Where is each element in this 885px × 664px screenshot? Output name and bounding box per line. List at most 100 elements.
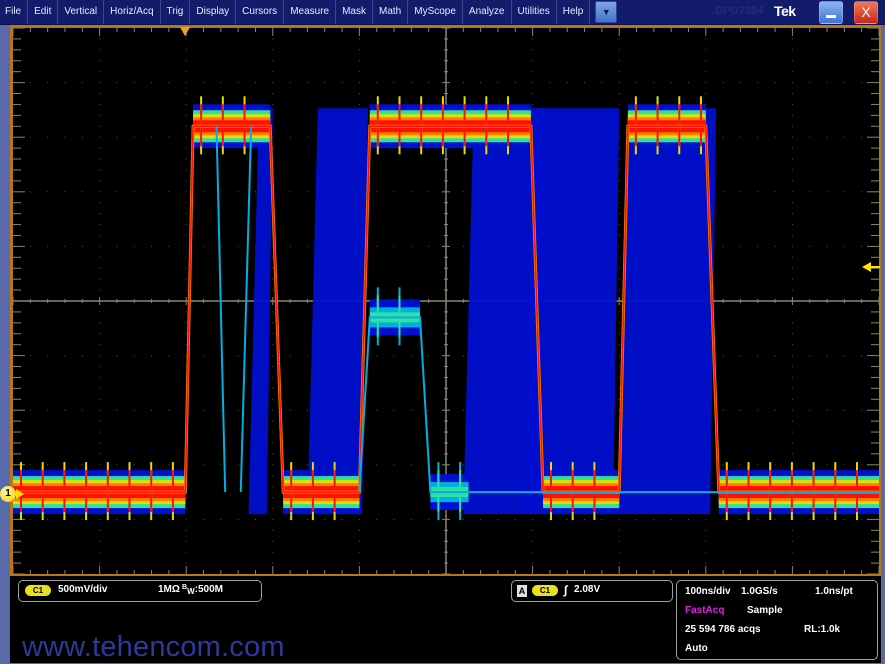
graticule-dot xyxy=(358,562,360,564)
graticule-dot xyxy=(99,442,101,444)
menu-item-trig[interactable]: Trig xyxy=(161,0,191,24)
graticule-dot xyxy=(99,398,101,400)
graticule-dot xyxy=(133,355,135,357)
graticule-dot xyxy=(99,387,101,389)
graticule-dot xyxy=(29,136,31,138)
waveform-display[interactable] xyxy=(13,28,879,574)
graticule-dot xyxy=(185,158,187,160)
graticule-dot xyxy=(237,245,239,247)
graticule-dot xyxy=(618,71,620,73)
graticule-dot xyxy=(99,344,101,346)
graticule-dot xyxy=(99,71,101,73)
menu-dropdown-button[interactable]: ▼ xyxy=(595,1,618,23)
graticule-dot xyxy=(410,518,412,520)
graticule-dot xyxy=(185,71,187,73)
graticule-dot xyxy=(861,409,863,411)
graticule-dot xyxy=(272,103,274,105)
horizontal-readout[interactable]: 100ns/div 1.0GS/s 1.0ns/pt FastAcq Sampl… xyxy=(676,580,878,660)
graticule-dot xyxy=(151,82,153,84)
graticule-dot xyxy=(99,234,101,236)
graticule-dot xyxy=(99,376,101,378)
menu-item-analyze[interactable]: Analyze xyxy=(463,0,512,24)
graticule-dot xyxy=(168,82,170,84)
graticule-dot xyxy=(185,507,187,509)
graticule-dot xyxy=(64,136,66,138)
close-button[interactable]: X xyxy=(854,1,878,24)
graticule-dot xyxy=(133,82,135,84)
graticule-dot xyxy=(791,529,793,531)
rising-edge-icon: ∫ xyxy=(564,583,568,597)
right-bezel xyxy=(881,25,885,663)
left-bezel xyxy=(0,25,10,663)
graticule-dot xyxy=(462,518,464,520)
graticule-dot xyxy=(185,147,187,149)
graticule-dot xyxy=(81,136,83,138)
trigger-readout[interactable]: A C1 ∫ 2.08V xyxy=(511,580,673,602)
menu-item-help[interactable]: Help xyxy=(557,0,591,24)
graticule-dot xyxy=(185,562,187,564)
menu-item-horizacq[interactable]: Horiz/Acq xyxy=(104,0,161,24)
menu-item-utilities[interactable]: Utilities xyxy=(512,0,557,24)
graticule-dot xyxy=(774,191,776,193)
graticule-dot xyxy=(185,529,187,531)
bandwidth-readout: BW:500M xyxy=(182,584,223,596)
graticule-dot xyxy=(81,191,83,193)
minimize-button[interactable] xyxy=(819,1,843,24)
graticule-dot xyxy=(618,267,620,269)
trigger-level-line xyxy=(870,266,880,268)
vertical-readout[interactable]: C1 500mV/div 1MΩ BW:500M xyxy=(18,580,262,602)
graticule-dot xyxy=(791,169,793,171)
graticule-dot xyxy=(791,213,793,215)
graticule-dot xyxy=(272,93,274,95)
graticule-dot xyxy=(99,158,101,160)
graticule-dot xyxy=(99,453,101,455)
graticule-dot xyxy=(64,409,66,411)
graticule-dot xyxy=(791,289,793,291)
menu-item-edit[interactable]: Edit xyxy=(28,0,59,24)
menu-item-myscope[interactable]: MyScope xyxy=(408,0,463,24)
graticule-dot xyxy=(272,289,274,291)
graticule-dot xyxy=(861,355,863,357)
graticule-dot xyxy=(722,191,724,193)
graticule-dot xyxy=(791,355,793,357)
graticule-dot xyxy=(791,60,793,62)
graticule-dot xyxy=(428,191,430,193)
graticule-dot xyxy=(774,464,776,466)
menu-item-cursors[interactable]: Cursors xyxy=(236,0,285,24)
graticule-dot xyxy=(272,442,274,444)
graticule-dot xyxy=(99,551,101,553)
graticule-dot xyxy=(757,191,759,193)
graticule-dot xyxy=(99,540,101,542)
graticule-dot xyxy=(272,431,274,433)
graticule-dot xyxy=(272,49,274,51)
graticule-dot xyxy=(185,82,187,84)
horizontal-scale: 100ns/div xyxy=(685,586,731,597)
graticule-dot xyxy=(272,355,274,357)
menu-item-measure[interactable]: Measure xyxy=(284,0,337,24)
graticule-dot xyxy=(185,518,187,520)
menu-item-display[interactable]: Display xyxy=(190,0,237,24)
graticule-dot xyxy=(757,518,759,520)
graticule-dot xyxy=(843,464,845,466)
graticule-dot xyxy=(272,409,274,411)
menu-item-math[interactable]: Math xyxy=(373,0,409,24)
graticule-dot xyxy=(705,82,707,84)
graticule-dot xyxy=(532,60,534,62)
trigger-position-marker[interactable] xyxy=(180,27,190,36)
graticule-dot xyxy=(618,213,620,215)
graticule-dot xyxy=(791,409,793,411)
graticule-dot xyxy=(826,355,828,357)
menu-item-mask[interactable]: Mask xyxy=(336,0,373,24)
graticule-dot xyxy=(185,202,187,204)
graticule-dot xyxy=(809,136,811,138)
graticule-dot xyxy=(739,518,741,520)
graticule-dot xyxy=(133,136,135,138)
graticule-dot xyxy=(791,366,793,368)
ch1-ground-marker[interactable]: 1 xyxy=(0,486,16,502)
graticule-dot xyxy=(393,191,395,193)
graticule-dot xyxy=(601,518,603,520)
menu-item-file[interactable]: File xyxy=(0,0,29,24)
graticule-dot xyxy=(809,82,811,84)
menu-item-vertical[interactable]: Vertical xyxy=(58,0,105,24)
graticule-dot xyxy=(687,518,689,520)
